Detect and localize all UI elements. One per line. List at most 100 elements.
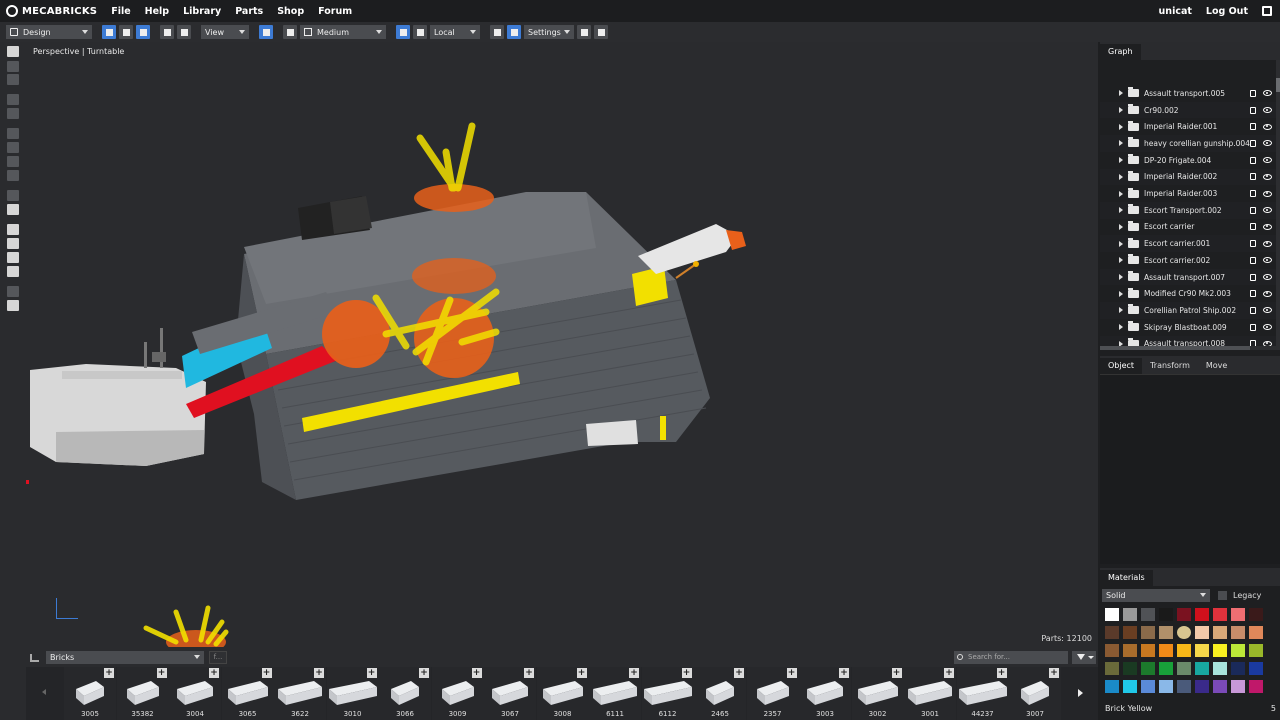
lock-icon[interactable] — [1250, 206, 1256, 214]
rotate-gizmo-button[interactable] — [413, 25, 427, 39]
tab-object[interactable]: Object — [1100, 358, 1143, 374]
lock-icon[interactable] — [1250, 173, 1256, 181]
add-brick-button[interactable]: + — [471, 668, 482, 678]
expand-arrow-icon[interactable] — [1119, 223, 1123, 230]
eye-icon[interactable] — [1263, 290, 1272, 297]
eye-icon[interactable] — [1263, 324, 1272, 331]
group-tool-icon[interactable] — [7, 286, 19, 297]
color-swatch[interactable] — [1123, 662, 1137, 675]
expand-arrow-icon[interactable] — [1119, 140, 1123, 147]
graph-item[interactable]: Imperial Raider.001 — [1100, 118, 1276, 135]
color-swatch[interactable] — [1249, 644, 1263, 657]
brick-item[interactable]: +3001 — [904, 667, 956, 720]
color-swatch[interactable] — [1213, 662, 1227, 675]
graph-item[interactable]: Escort carrier.001 — [1100, 235, 1276, 252]
logout-link[interactable]: Log Out — [1206, 6, 1248, 17]
graph-item[interactable]: Imperial Raider.003 — [1100, 185, 1276, 202]
graph-item[interactable]: Imperial Raider.002 — [1100, 168, 1276, 186]
color-swatch[interactable] — [1141, 662, 1155, 675]
graph-item[interactable]: Escort carrier — [1100, 219, 1276, 236]
subcategory-field[interactable]: f... — [209, 651, 227, 664]
color-swatch[interactable] — [1231, 662, 1245, 675]
lock-icon[interactable] — [1250, 190, 1256, 198]
quality-select[interactable]: Medium — [300, 25, 386, 39]
brick-item[interactable]: +3067 — [484, 667, 536, 720]
color-swatch[interactable] — [1177, 608, 1191, 621]
snap-toggle-button[interactable] — [283, 25, 297, 39]
settings-select[interactable]: Settings — [524, 25, 574, 39]
brick-item[interactable]: +3004 — [169, 667, 221, 720]
graph-item[interactable]: Assault transport.007 — [1100, 268, 1276, 286]
category-select[interactable]: Bricks — [46, 651, 204, 664]
expand-arrow-icon[interactable] — [1119, 290, 1123, 297]
color-swatch[interactable] — [1141, 644, 1155, 657]
add-brick-button[interactable]: + — [156, 668, 167, 678]
filter-button[interactable] — [1072, 651, 1096, 664]
expand-arrow-icon[interactable] — [1119, 240, 1123, 247]
add-brick-button[interactable]: + — [734, 668, 744, 678]
eraser-tool-icon[interactable] — [7, 252, 19, 263]
add-brick-button[interactable]: + — [366, 668, 377, 678]
add-brick-button[interactable]: + — [891, 668, 902, 678]
scroll-left-icon[interactable] — [42, 689, 46, 695]
add-brick-button[interactable]: + — [944, 668, 954, 678]
graph-item[interactable]: heavy corellian gunship.004 — [1100, 135, 1276, 152]
brick-item[interactable]: +6111 — [589, 667, 641, 720]
expand-arrow-icon[interactable] — [1119, 207, 1123, 214]
eye-icon[interactable] — [1263, 207, 1272, 214]
color-swatch[interactable] — [1177, 662, 1191, 675]
color-swatch[interactable] — [1105, 644, 1119, 657]
graph-hscrollbar[interactable] — [1100, 346, 1276, 350]
lock-icon[interactable] — [1250, 290, 1256, 298]
color-swatch[interactable] — [1231, 626, 1245, 639]
layers-tool-icon[interactable] — [7, 266, 19, 277]
scrollbar-thumb[interactable] — [1276, 78, 1280, 92]
axis-tool-icon[interactable] — [7, 238, 19, 249]
add-brick-button[interactable]: + — [576, 668, 587, 678]
eye-icon[interactable] — [1263, 173, 1272, 180]
brick-item[interactable]: +35382 — [116, 667, 169, 720]
color-swatch[interactable] — [1249, 662, 1263, 675]
tab-move[interactable]: Move — [1198, 358, 1235, 374]
add-brick-button[interactable]: + — [996, 668, 1007, 678]
graph-item[interactable]: Escort Transport.002 — [1100, 201, 1276, 219]
color-swatch[interactable] — [1231, 680, 1245, 693]
expand-arrow-icon[interactable] — [1119, 123, 1123, 130]
eye-icon[interactable] — [1263, 140, 1272, 147]
menu-parts[interactable]: Parts — [235, 6, 263, 17]
graph-item[interactable]: Escort carrier.002 — [1100, 252, 1276, 269]
eye-icon[interactable] — [1263, 307, 1272, 314]
stats-tool-icon[interactable] — [7, 204, 19, 215]
color-swatch[interactable] — [1249, 680, 1263, 693]
color-swatch[interactable] — [1123, 644, 1137, 657]
expand-arrow-icon[interactable] — [1119, 324, 1123, 331]
undo-button[interactable] — [160, 25, 174, 39]
lock-icon[interactable] — [1250, 156, 1256, 164]
connect-button[interactable] — [507, 25, 521, 39]
add-brick-button[interactable]: + — [629, 668, 639, 678]
redo-button[interactable] — [177, 25, 191, 39]
color-swatch[interactable] — [1105, 680, 1119, 693]
add-brick-button[interactable]: + — [839, 668, 849, 678]
move-gizmo-button[interactable] — [396, 25, 410, 39]
expand-arrow-icon[interactable] — [1119, 257, 1123, 264]
paint-tool-icon[interactable] — [7, 74, 19, 85]
color-swatch[interactable] — [1213, 608, 1227, 621]
scroll-right-icon[interactable] — [1078, 689, 1083, 697]
save-button[interactable] — [577, 25, 591, 39]
align-left-icon[interactable] — [7, 128, 19, 139]
add-brick-button[interactable]: + — [104, 668, 114, 678]
color-swatch[interactable] — [1195, 608, 1209, 621]
hide-tool-icon[interactable] — [7, 94, 19, 105]
screenshot-button[interactable] — [594, 25, 608, 39]
tab-materials[interactable]: Materials — [1100, 570, 1153, 586]
color-swatch[interactable] — [1249, 608, 1263, 621]
color-swatch[interactable] — [1141, 680, 1155, 693]
fullscreen-icon[interactable] — [1262, 6, 1272, 16]
measure-tool-icon[interactable] — [7, 190, 19, 201]
menu-library[interactable]: Library — [183, 6, 221, 17]
expand-arrow-icon[interactable] — [1119, 173, 1123, 180]
expand-arrow-icon[interactable] — [1119, 274, 1123, 281]
mode-select[interactable]: Design — [6, 25, 92, 39]
graph-item[interactable]: DP-20 Frigate.004 — [1100, 152, 1276, 169]
